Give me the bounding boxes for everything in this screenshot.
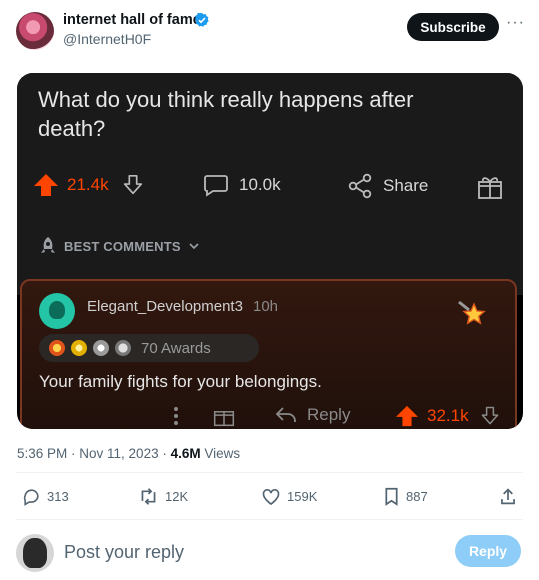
best-comments-label: BEST COMMENTS: [64, 238, 181, 254]
post-question: What do you think really happens after d…: [38, 87, 414, 141]
downvote-icon: [123, 174, 142, 195]
current-user-avatar[interactable]: [16, 534, 54, 572]
embedded-image[interactable]: What do you think really happens after d…: [17, 73, 523, 429]
comment-vote-bar: 32.1k: [395, 405, 501, 427]
best-comments-sort: BEST COMMENTS: [38, 236, 201, 256]
post-upvote-count: 21.4k: [67, 175, 109, 194]
reply-count: 313: [47, 489, 69, 504]
award-fire-icon: [49, 340, 65, 356]
like-count: 159K: [287, 489, 318, 504]
tweet-timestamp[interactable]: 5:36 PM · Nov 11, 2023 ·: [17, 446, 171, 461]
repost-count: 12K: [165, 489, 189, 504]
gift-award-icon: [478, 177, 502, 199]
bookmark-action[interactable]: 887: [383, 487, 428, 506]
share-upload-icon: [501, 488, 515, 505]
more-options-icon[interactable]: ···: [506, 14, 525, 32]
author-display-name[interactable]: internet hall of fame: [63, 12, 201, 28]
award-hands-icon: [93, 340, 109, 356]
comment-upvote-count: 32.1k: [427, 406, 469, 425]
star-award-icon: [458, 300, 486, 325]
view-count: 4.6M: [170, 446, 201, 461]
like-action[interactable]: 159K: [261, 487, 317, 506]
rocket-icon: [41, 237, 55, 253]
comment-icon: [204, 175, 228, 197]
commenter-username: Elegant_Development3: [87, 298, 243, 315]
reply-action[interactable]: 313: [22, 487, 69, 506]
tweet-header: internet hall of fame @InternetH0F Subsc…: [0, 0, 539, 60]
reply-input[interactable]: [64, 538, 444, 566]
bookmark-count: 887: [406, 489, 428, 504]
comment-reply-label: Reply: [307, 405, 351, 424]
comment-upvote-icon: [396, 405, 418, 427]
share-icon: [348, 173, 372, 199]
repost-action[interactable]: 12K: [138, 487, 188, 506]
comment-text: Your family fights for your belongings.: [39, 372, 322, 391]
comment-age: 10h: [253, 298, 279, 315]
comment-reply: Reply: [275, 405, 350, 425]
reply-arrow-icon: [275, 407, 296, 422]
share-action[interactable]: [499, 487, 523, 506]
comment-gift-icon: [212, 405, 236, 427]
verified-badge-icon: [194, 12, 209, 27]
post-share-label: Share: [383, 176, 429, 195]
comment-more-icon: [172, 405, 180, 427]
award-medal-icon: [71, 340, 87, 356]
views-label: Views: [200, 446, 241, 461]
post-vote-bar: 21.4k: [33, 173, 145, 197]
reply-button[interactable]: Reply: [455, 535, 521, 567]
top-comment: Elegant_Development3 10h 70 Awards Your …: [20, 279, 517, 429]
repost-icon: [141, 488, 156, 505]
author-avatar[interactable]: [16, 12, 54, 50]
post-comment-count: 10.0k: [239, 175, 281, 194]
author-handle[interactable]: @InternetH0F: [63, 31, 151, 47]
heart-icon: [262, 489, 280, 506]
reddit-post: What do you think really happens after d…: [17, 73, 523, 295]
bookmark-icon: [385, 487, 398, 506]
post-share: Share: [347, 173, 428, 199]
subscribe-button[interactable]: Subscribe: [407, 13, 499, 41]
reply-icon: [23, 489, 39, 506]
awards-row: 70 Awards: [39, 334, 259, 362]
divider-bottom: [16, 519, 523, 520]
commenter-avatar: [39, 293, 75, 329]
upvote-icon: [34, 174, 58, 196]
awards-count: 70 Awards: [141, 339, 211, 357]
divider-top: [16, 472, 523, 473]
award-face-icon: [115, 340, 131, 356]
chevron-down-icon: [189, 243, 199, 250]
post-comments: 10.0k: [203, 173, 281, 197]
tweet-meta: 5:36 PM · Nov 11, 2023 · 4.6M Views: [17, 446, 240, 461]
comment-downvote-icon: [481, 406, 498, 425]
